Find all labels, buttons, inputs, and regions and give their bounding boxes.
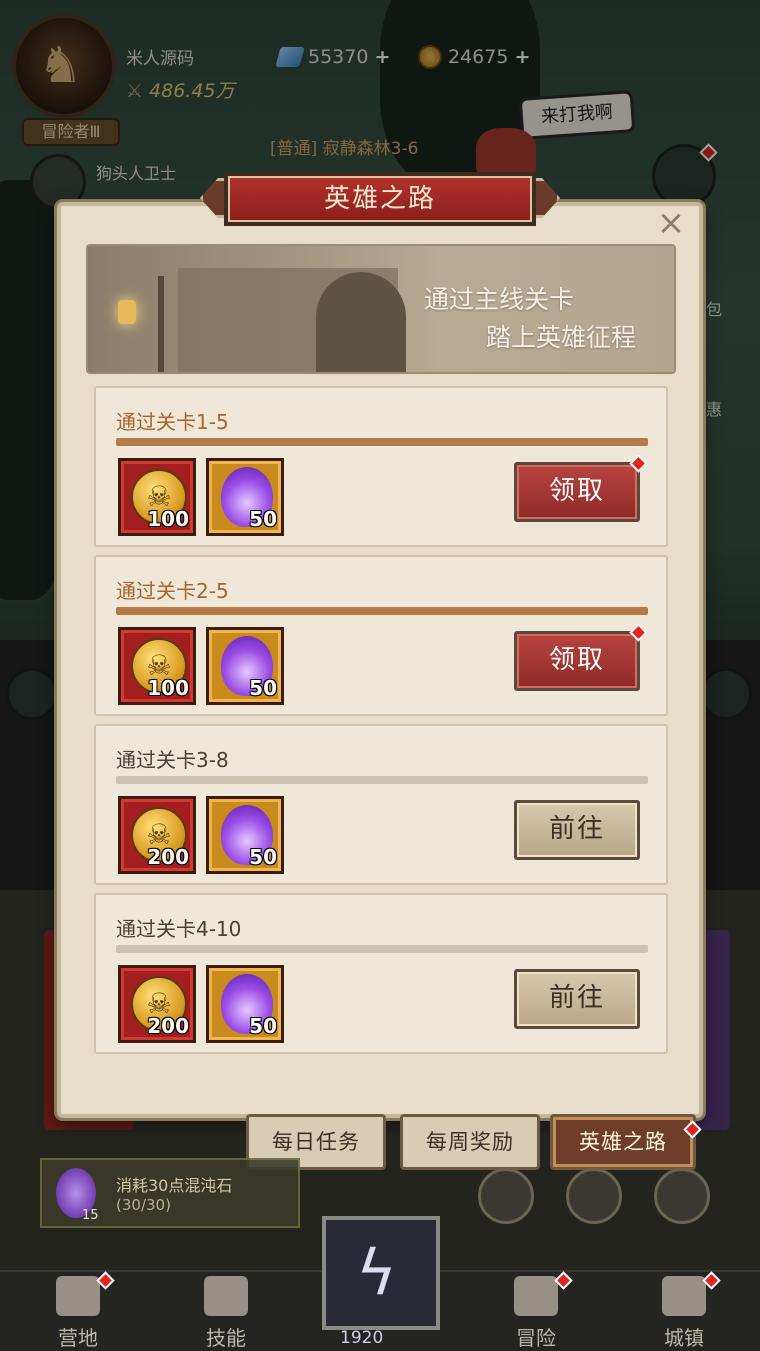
reward-item-coin[interactable]: ☠ 200	[118, 965, 196, 1043]
map-icon	[514, 1276, 558, 1316]
reward-quantity: 100	[147, 676, 189, 700]
go-button[interactable]: 前往	[514, 800, 640, 860]
tab-weekly-rewards[interactable]: 每周奖励	[400, 1114, 540, 1170]
panel-title: 英雄之路	[224, 172, 536, 226]
task-progress-bar	[116, 945, 648, 953]
claim-button[interactable]: 领取	[514, 454, 648, 522]
nav-skills[interactable]: 技能	[176, 1274, 276, 1350]
notification-dot	[629, 454, 648, 473]
banner-line-2: 踏上英雄征程	[486, 323, 637, 352]
task-progress-bar	[116, 607, 648, 615]
shield-icon[interactable]	[654, 1168, 710, 1224]
nav-label: 技能	[206, 1326, 246, 1350]
reward-quantity: 50	[249, 676, 277, 700]
banner-line-1: 通过主线关卡	[424, 285, 575, 314]
refresh-icon[interactable]	[478, 1168, 534, 1224]
chaos-stone-task[interactable]: 15 消耗30点混沌石 (30/30)	[40, 1158, 300, 1228]
nav-label: 城镇	[664, 1326, 704, 1350]
nav-town[interactable]: 城镇	[634, 1271, 734, 1350]
tab-hero-road[interactable]: 英雄之路	[550, 1114, 702, 1170]
reward-quantity: 50	[249, 1014, 277, 1038]
task-row: 通过关卡2-5 ☠ 100 50 领取	[94, 555, 668, 716]
reward-quantity: 50	[249, 507, 277, 531]
crown-icon[interactable]	[566, 1168, 622, 1224]
tent-icon	[56, 1276, 100, 1316]
banner-arch	[316, 272, 406, 372]
button-label: 领取	[548, 476, 605, 506]
claim-button[interactable]: 领取	[514, 623, 648, 691]
task-text: 消耗30点混沌石	[116, 1176, 233, 1195]
reward-quantity: 200	[147, 845, 189, 869]
lightning-icon: ϟ	[356, 1236, 397, 1309]
reward-item-coin[interactable]: ☠ 100	[118, 627, 196, 705]
button-label: 前往	[548, 983, 605, 1013]
task-progress: (30/30)	[116, 1196, 171, 1214]
reward-quantity: 100	[147, 507, 189, 531]
nav-camp[interactable]: 营地	[28, 1271, 128, 1350]
reward-item-flame[interactable]: 50	[206, 458, 284, 536]
reward-quantity: 200	[147, 1014, 189, 1038]
nav-adventure[interactable]: 冒险	[486, 1271, 586, 1350]
task-list[interactable]: 通过关卡1-5 ☠ 100 50 领取 通过关卡2-5 ☠ 100 50 领取 通过关卡3-8 ☠ 20…	[94, 386, 668, 1076]
button-label: 前往	[548, 814, 605, 844]
tab-label: 每周奖励	[426, 1130, 514, 1154]
tab-label: 每日任务	[272, 1130, 360, 1154]
task-title: 通过关卡3-8	[116, 748, 229, 772]
task-row: 通过关卡4-10 ☠ 200 50 前往	[94, 893, 668, 1054]
notification-dot	[629, 623, 648, 642]
tab-label: 英雄之路	[579, 1130, 667, 1154]
panel-title-bar: 英雄之路	[200, 170, 560, 228]
nav-label: 冒险	[516, 1326, 556, 1350]
task-row: 通过关卡3-8 ☠ 200 50 前往	[94, 724, 668, 885]
scroll-icon	[204, 1276, 248, 1316]
nav-label: 营地	[58, 1326, 98, 1350]
reward-item-flame[interactable]: 50	[206, 627, 284, 705]
chaos-stone-count: 15	[82, 1208, 99, 1223]
task-progress-bar	[116, 776, 648, 784]
button-label: 领取	[548, 645, 605, 675]
task-title: 通过关卡1-5	[116, 410, 229, 434]
reward-item-flame[interactable]: 50	[206, 965, 284, 1043]
banner-post	[158, 276, 164, 372]
go-button[interactable]: 前往	[514, 969, 640, 1029]
reward-item-coin[interactable]: ☠ 200	[118, 796, 196, 874]
reward-quantity: 50	[249, 845, 277, 869]
task-title: 通过关卡4-10	[116, 917, 242, 941]
close-icon[interactable]: ×	[654, 206, 688, 242]
center-skill-card[interactable]: ϟ	[322, 1216, 440, 1330]
hero-road-banner: 通过主线关卡 踏上英雄征程	[86, 244, 676, 374]
task-row: 通过关卡1-5 ☠ 100 50 领取	[94, 386, 668, 547]
reward-item-flame[interactable]: 50	[206, 796, 284, 874]
reward-item-coin[interactable]: ☠ 100	[118, 458, 196, 536]
castle-icon	[662, 1276, 706, 1316]
center-card-value: 1920	[340, 1328, 384, 1348]
task-progress-bar	[116, 438, 648, 446]
task-title: 通过关卡2-5	[116, 579, 229, 603]
lantern-icon	[118, 300, 136, 324]
